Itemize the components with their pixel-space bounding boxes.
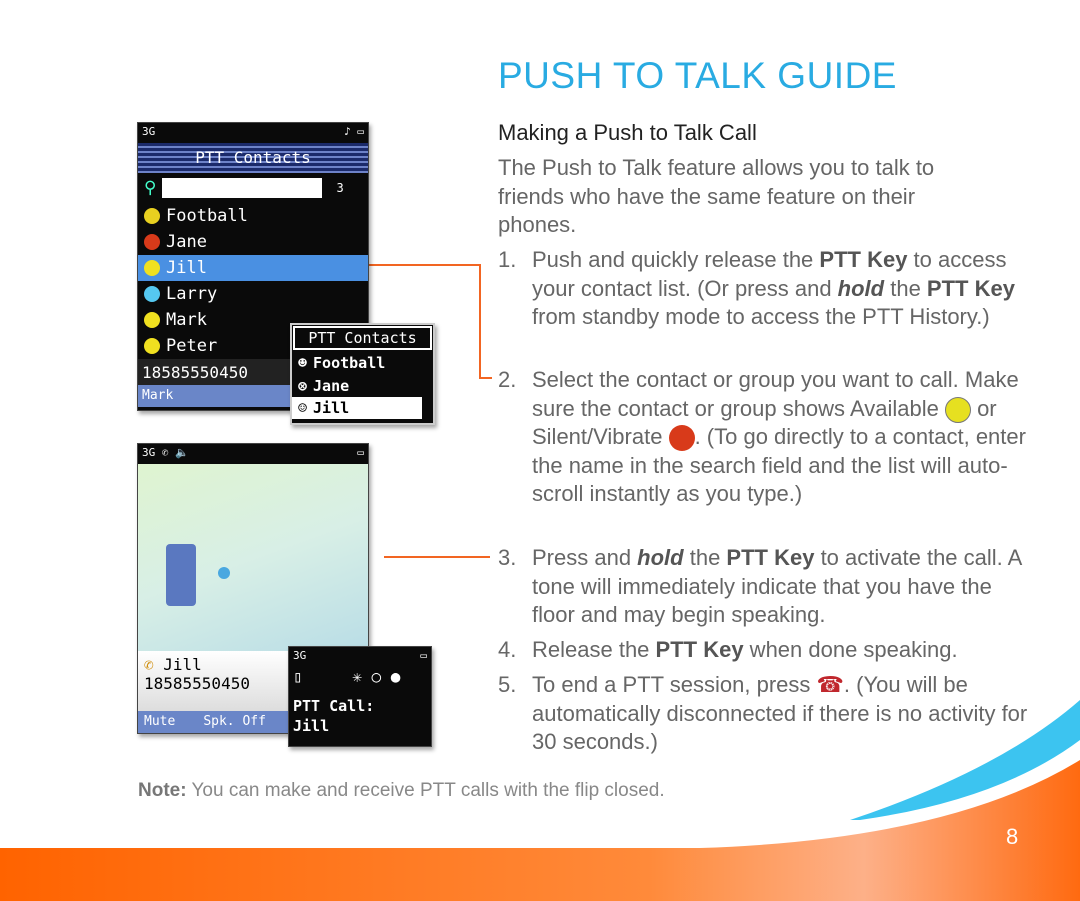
signal-icon: 3G <box>142 125 156 138</box>
walkie-talkie-icon <box>166 544 196 606</box>
status-bar: 3G ✆ 🔈 ▭ <box>138 444 368 464</box>
battery-icon: ▭ <box>357 446 364 459</box>
contacts-header: PTT Contacts <box>138 143 368 173</box>
status-icon <box>144 260 160 276</box>
status-bar: 3G ♪ ▭ <box>138 123 368 143</box>
contact-name: Jane <box>166 232 207 252</box>
status-icon <box>144 208 160 224</box>
smiley-icon: ☺ <box>298 399 308 417</box>
battery-icon: ▭ <box>420 649 427 662</box>
page-number: 8 <box>1006 824 1019 849</box>
contact-name: Peter <box>166 336 218 356</box>
popup-item[interactable]: ⊗ Jane <box>292 374 433 397</box>
footer-decoration <box>0 700 1080 901</box>
signal-dot-icon <box>218 567 230 579</box>
contact-row[interactable]: Larry <box>138 281 368 307</box>
popup-header: PTT Contacts <box>293 326 432 350</box>
popup-item-selected[interactable]: ☺ Jill <box>292 397 422 419</box>
contact-row[interactable]: Jill <box>138 255 368 281</box>
status-icon <box>144 338 160 354</box>
contact-row[interactable]: Football <box>138 203 368 229</box>
status-icon <box>144 234 160 250</box>
status-icon <box>144 286 160 302</box>
contact-row[interactable]: Jane <box>138 229 368 255</box>
vibrate-icon: ⊗ <box>298 376 308 395</box>
search-row: ⚲ 3 <box>144 178 344 198</box>
ptt-call-icon: ✆ <box>144 655 154 674</box>
contact-name: Larry <box>166 284 218 304</box>
battery-icon: ♪ ▭ <box>344 125 364 138</box>
status-icon <box>144 312 160 328</box>
contact-name: Jill <box>166 258 207 278</box>
search-icon: ⚲ <box>144 178 157 198</box>
search-input[interactable] <box>162 178 323 198</box>
group-icon: ☻ <box>298 353 308 372</box>
contact-name: Mark <box>166 310 207 330</box>
popup-item[interactable]: ☻ Football <box>292 351 433 374</box>
signal-icon: 3G <box>293 649 307 662</box>
signal-icon: 3G ✆ 🔈 <box>142 446 189 459</box>
contact-name: Football <box>166 206 248 226</box>
call-animation <box>138 464 368 651</box>
popup-external-display: PTT Contacts ☻ Football ⊗ Jane ☺ Jill <box>290 323 435 425</box>
